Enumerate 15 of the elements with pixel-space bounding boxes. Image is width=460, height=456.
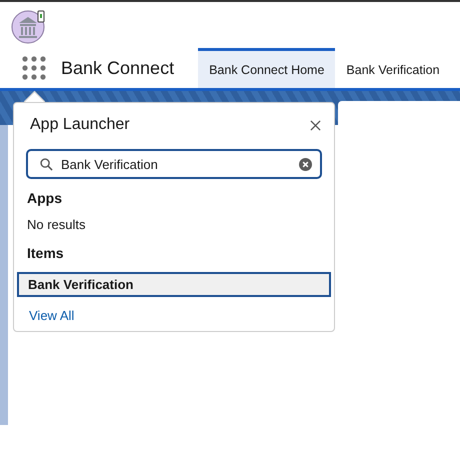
app-name: Bank Connect bbox=[61, 58, 174, 78]
app-launcher-icon[interactable] bbox=[22, 56, 46, 80]
search-icon bbox=[40, 158, 53, 170]
section-heading: Items bbox=[26, 244, 65, 261]
result-item[interactable]: Bank Verification bbox=[17, 272, 331, 297]
nav-tab[interactable]: Bank Connect Home bbox=[198, 48, 336, 88]
section-heading: Apps bbox=[26, 189, 63, 206]
empty-message: No results bbox=[26, 216, 87, 234]
clear-icon[interactable] bbox=[299, 158, 312, 170]
nav-tab[interactable]: Bank Verification bbox=[335, 48, 451, 88]
view-all-link[interactable]: View All bbox=[29, 308, 74, 323]
search-field[interactable]: Bank Verification bbox=[26, 149, 322, 179]
bank-logo-icon bbox=[11, 8, 47, 44]
close-icon[interactable] bbox=[310, 120, 321, 130]
panel-title: App Launcher bbox=[30, 116, 130, 134]
